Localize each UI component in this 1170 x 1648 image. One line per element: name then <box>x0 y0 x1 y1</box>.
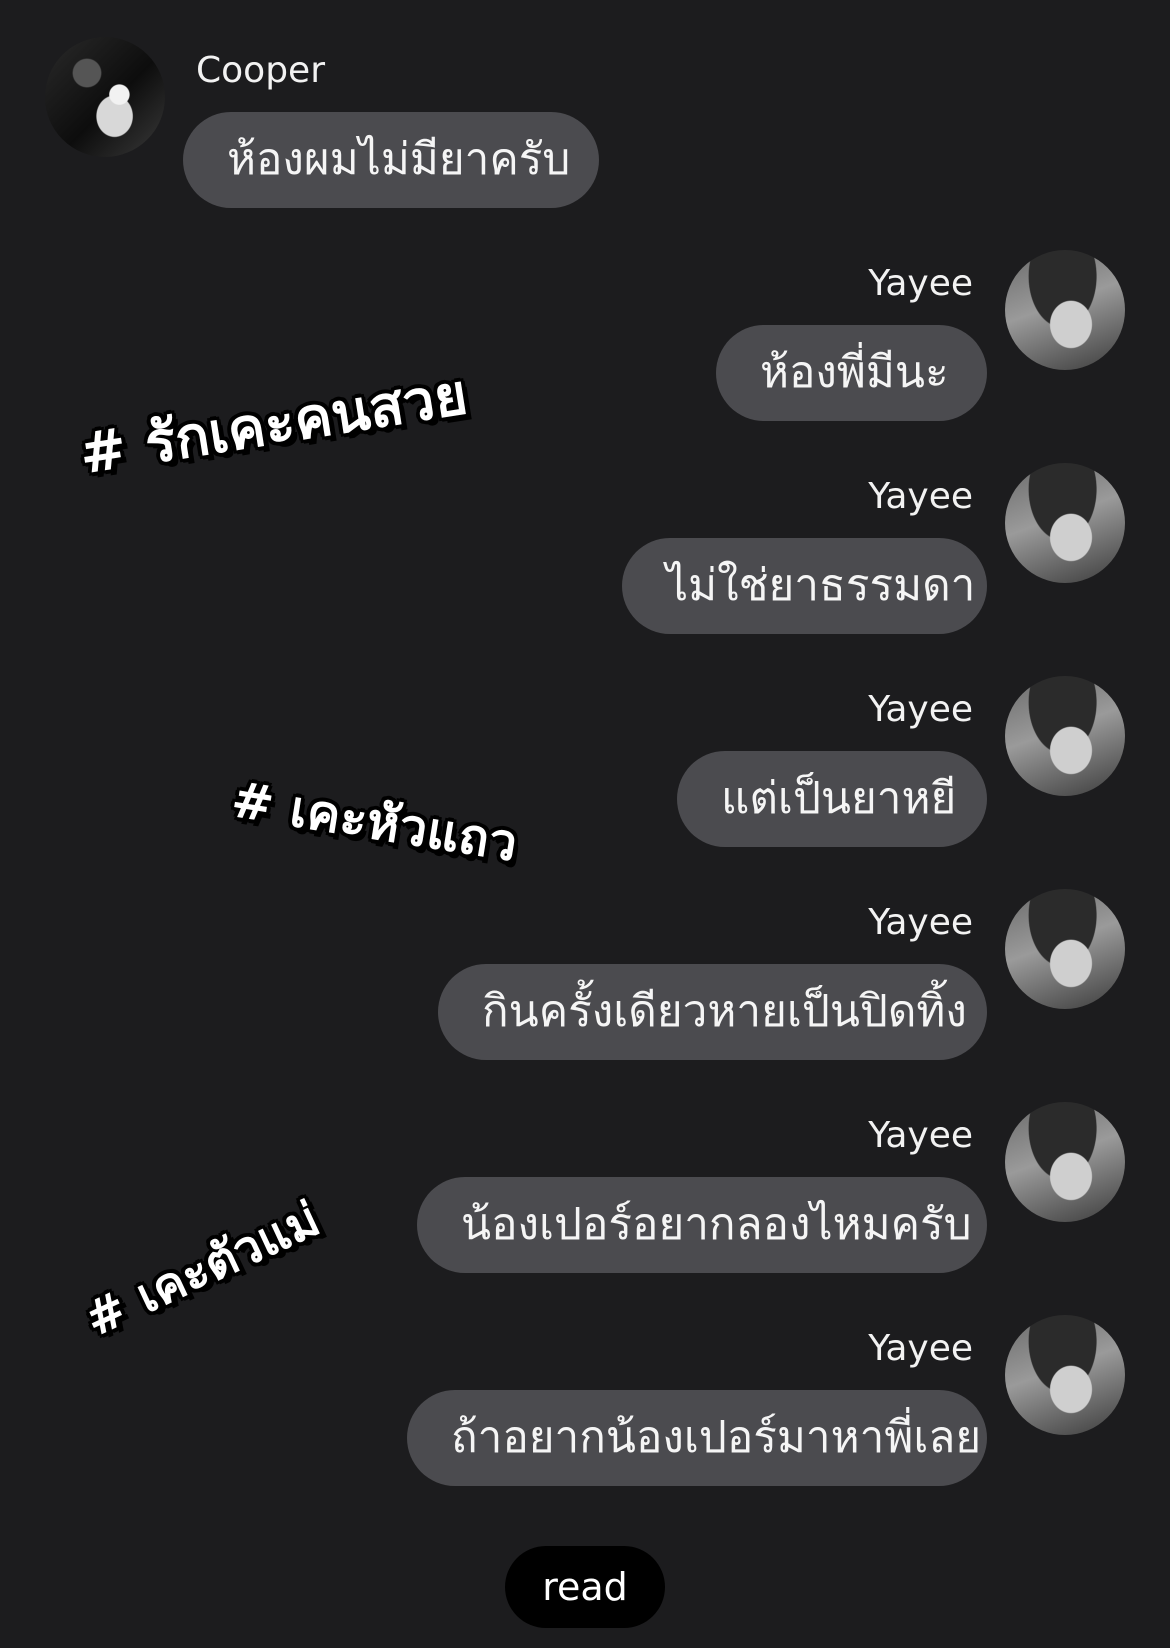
avatar-yayee[interactable] <box>1005 250 1125 370</box>
hashtag-overlay: # เคะตัวแม่ <box>76 1191 329 1349</box>
avatar-image <box>1005 889 1125 1009</box>
sender-name-yayee: Yayee <box>868 263 973 304</box>
avatar-image <box>45 37 165 157</box>
message-bubble-yayee[interactable]: แต่เป็นยาหยี <box>677 751 987 847</box>
message-bubble-cooper[interactable]: ห้องผมไม่มียาครับ <box>183 112 599 208</box>
message-bubble-yayee[interactable]: ไม่ใช่ยาธรรมดา <box>622 538 987 634</box>
sender-name-yayee: Yayee <box>868 476 973 517</box>
sender-name-yayee: Yayee <box>868 1328 973 1369</box>
avatar-image <box>1005 463 1125 583</box>
avatar-yayee[interactable] <box>1005 889 1125 1009</box>
avatar-yayee[interactable] <box>1005 463 1125 583</box>
avatar-yayee[interactable] <box>1005 676 1125 796</box>
avatar-yayee[interactable] <box>1005 1102 1125 1222</box>
avatar-image <box>1005 1102 1125 1222</box>
avatar-image <box>1005 250 1125 370</box>
hashtag-overlay: # เคะหัวแถว <box>227 770 522 873</box>
sender-name-cooper: Cooper <box>196 50 325 91</box>
message-bubble-yayee[interactable]: ห้องพี่มีนะ <box>716 325 987 421</box>
message-bubble-yayee[interactable]: ถ้าอยากน้องเปอร์มาหาพี่เลย <box>407 1390 987 1486</box>
sender-name-yayee: Yayee <box>868 1115 973 1156</box>
read-status-badge: read <box>505 1546 665 1628</box>
sender-name-yayee: Yayee <box>868 689 973 730</box>
avatar-image <box>1005 1315 1125 1435</box>
message-bubble-yayee[interactable]: น้องเปอร์อยากลองไหมครับ <box>417 1177 987 1273</box>
sender-name-yayee: Yayee <box>868 902 973 943</box>
avatar-yayee[interactable] <box>1005 1315 1125 1435</box>
message-bubble-yayee[interactable]: กินครั้งเดียวหายเป็นปิดทิ้ง <box>438 964 987 1060</box>
avatar-image <box>1005 676 1125 796</box>
hashtag-overlay: # รักเคะคนสวย <box>75 362 472 488</box>
avatar-cooper[interactable] <box>45 37 165 157</box>
